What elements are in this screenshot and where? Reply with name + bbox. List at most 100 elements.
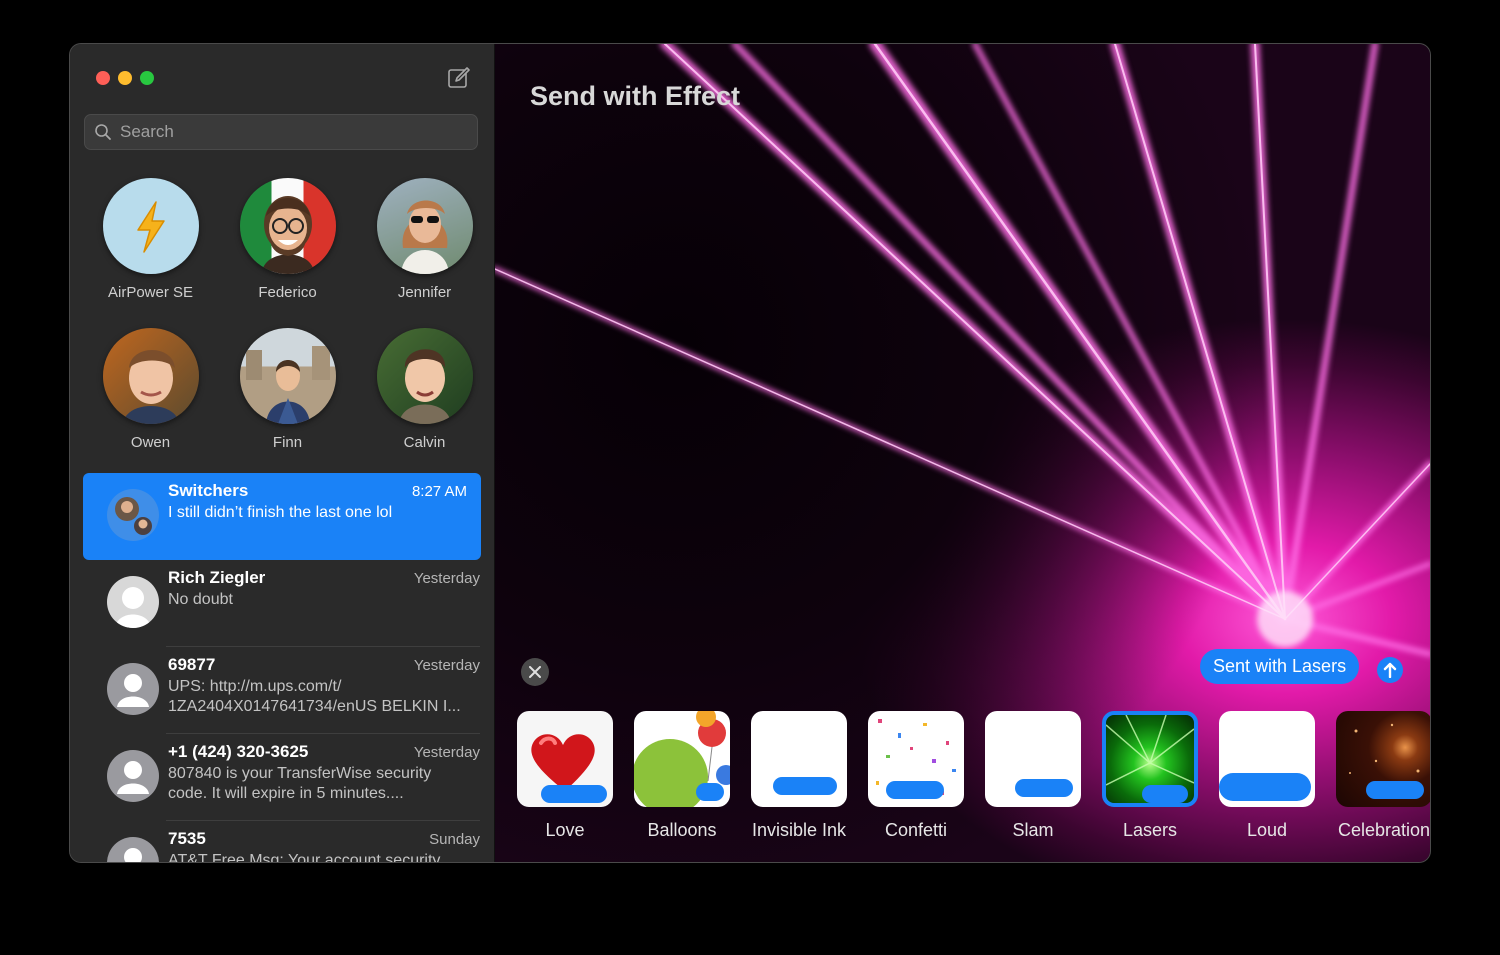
page-title: Send with Effect [530, 81, 741, 111]
conversation-preview: No doubt [168, 591, 233, 608]
avatar [107, 837, 159, 862]
pinned-jennifer[interactable]: Jennifer [356, 178, 493, 318]
effect-label: Slam [1012, 820, 1054, 840]
pinned-calvin[interactable]: Calvin [356, 328, 493, 468]
mini-bubble [773, 777, 837, 795]
avatar [107, 489, 159, 541]
person-photo [245, 346, 330, 424]
messages-window: AirPower SE Federico [70, 44, 1430, 862]
mini-bubble [886, 781, 944, 799]
conversation-time: Sunday [429, 831, 480, 848]
conversation-preview: 807840 is your TransferWise security cod… [168, 765, 432, 802]
effect-thumbnail [985, 711, 1081, 807]
search-icon [95, 124, 111, 140]
effect-invisible-ink[interactable]: Invisible Ink [751, 711, 847, 841]
group-avatar-icon [115, 497, 152, 535]
conversation-time: Yesterday [413, 657, 480, 674]
lightning-icon [136, 201, 165, 253]
conversation-title: Switchers [168, 481, 249, 500]
avatar [376, 178, 473, 274]
minimize-window-button[interactable] [118, 71, 132, 85]
pinned-owen[interactable]: Owen [82, 328, 219, 468]
effect-thumbnail [634, 711, 730, 807]
person-photo [122, 350, 179, 424]
effect-label: Celebration [1337, 820, 1430, 840]
mini-bubble [1219, 773, 1311, 801]
effect-label: Balloons [647, 820, 717, 840]
avatar [376, 328, 473, 424]
avatar [107, 750, 159, 802]
compose-icon[interactable] [447, 66, 471, 90]
effect-confetti[interactable]: Confetti [868, 711, 964, 841]
conversation-preview: AT&T Free Msg: Your account security [168, 852, 441, 862]
effect-lasers[interactable]: Lasers [1102, 711, 1198, 841]
effect-thumbnail [517, 711, 613, 807]
effect-label: Love [545, 820, 585, 840]
conversation-list: Switchers 8:27 AM I still didn’t finish … [70, 473, 494, 862]
person-placeholder-icon [124, 848, 142, 862]
memoji-icon [261, 196, 314, 274]
effect-thumbnail [751, 711, 847, 807]
conversation-switchers[interactable]: Switchers 8:27 AM I still didn’t finish … [83, 473, 481, 560]
close-icon [529, 666, 541, 678]
mini-bubble [1142, 785, 1188, 803]
person-photo [400, 200, 449, 274]
pinned-airpower-se[interactable]: AirPower SE [82, 178, 219, 318]
search-input[interactable] [118, 121, 462, 143]
effect-slam[interactable]: Slam [985, 711, 1081, 841]
effect-label: Confetti [884, 820, 948, 840]
effect-thumbnail [1102, 711, 1198, 807]
mini-bubble [541, 785, 607, 803]
avatar [102, 328, 199, 424]
pinned-finn[interactable]: Finn [219, 328, 356, 468]
avatar [107, 663, 159, 715]
conversation-rich-ziegler[interactable]: Rich Ziegler Yesterday No doubt [70, 560, 494, 647]
close-window-button[interactable] [96, 71, 110, 85]
pinned-federico[interactable]: Federico [219, 178, 356, 318]
zoom-window-button[interactable] [140, 71, 154, 85]
conversation-preview: UPS: http://m.ups.com/t/ 1ZA2404X0147641… [168, 678, 461, 715]
pin-name: Finn [272, 434, 303, 451]
avatar [239, 328, 336, 424]
conversation-69877[interactable]: 69877 Yesterday UPS: http://m.ups.com/t/… [70, 647, 494, 734]
conversation-title: Rich Ziegler [168, 568, 266, 587]
pin-name: Jennifer [397, 284, 452, 301]
avatar [102, 178, 199, 274]
conversation-time: Yesterday [413, 744, 480, 761]
mini-bubble [1366, 781, 1424, 799]
message-bubble: Sent with Lasers [1200, 649, 1360, 684]
effect-thumbnail [1336, 711, 1430, 807]
search-field[interactable] [84, 114, 478, 150]
effect-label: Loud [1246, 820, 1288, 840]
mini-bubble [1015, 779, 1073, 797]
effect-preview-area: Send with Effect Sent with Lasers Love B… [495, 44, 1430, 862]
person-placeholder-icon [117, 674, 149, 707]
person-placeholder-icon [117, 761, 149, 794]
conversation-time: Yesterday [413, 570, 480, 587]
effect-love[interactable]: Love [517, 711, 613, 841]
pin-name: Calvin [403, 434, 446, 451]
send-button[interactable] [1377, 657, 1403, 683]
avatar [239, 178, 336, 274]
pinned-conversations: AirPower SE Federico Jennifer Owen Finn … [82, 178, 482, 468]
conversation-title: 7535 [168, 829, 206, 848]
conversation-7535[interactable]: 7535 Sunday AT&T Free Msg: Your account … [70, 821, 494, 862]
conversation-phone-number[interactable]: +1 (424) 320-3625 Yesterday 807840 is yo… [70, 734, 494, 821]
effect-label: Invisible Ink [751, 820, 847, 840]
effect-label: Lasers [1122, 820, 1178, 840]
person-placeholder-icon [115, 587, 151, 628]
person-photo [398, 349, 451, 424]
effect-thumbnail [1219, 711, 1315, 807]
arrow-up-icon [1383, 662, 1397, 678]
effect-balloons[interactable]: Balloons [634, 711, 730, 841]
avatar [107, 576, 159, 628]
close-effects-button[interactable] [521, 658, 549, 686]
pin-name: AirPower SE [107, 284, 194, 301]
effect-celebration[interactable]: Celebration [1336, 711, 1430, 841]
window-controls [96, 71, 154, 85]
effect-loud[interactable]: Loud [1219, 711, 1315, 841]
pin-name: Owen [130, 434, 171, 451]
pin-name: Federico [258, 284, 317, 301]
effect-picker: Love Balloons Invisible Ink Confetti Sla… [517, 711, 1430, 841]
conversation-title: +1 (424) 320-3625 [168, 742, 309, 761]
